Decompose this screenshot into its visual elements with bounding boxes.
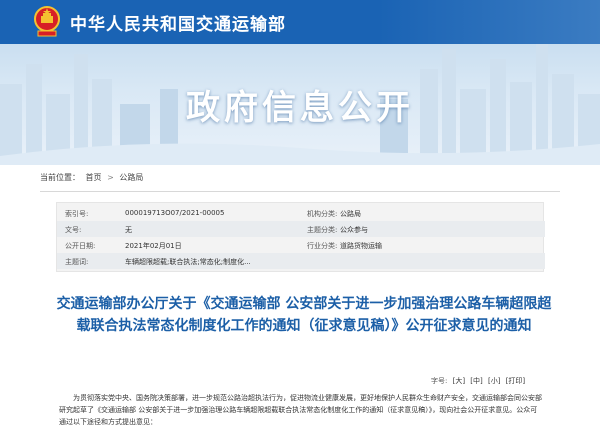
agency-value: 公路局: [340, 210, 361, 218]
publish-date-label: 公开日期:: [65, 242, 96, 250]
site-header: 中华人民共和国交通运输部 政府信息公开: [0, 0, 600, 165]
print-button[interactable]: [打印]: [506, 377, 525, 385]
article-body-paragraph: 为贯彻落实党中央、国务院决策部署，进一步规范公路治超执法行为，促进物流业健康发展…: [59, 394, 542, 426]
article-title: 交通运输部办公厅关于《交通运输部 公安部关于进一步加强治理公路车辆超限超载联合执…: [56, 296, 552, 334]
metadata-row: 索引号: 000019713O07/2021-00005 机构分类: 公路局: [57, 205, 545, 221]
font-medium-button[interactable]: [中]: [470, 377, 482, 385]
index-label: 索引号:: [65, 210, 89, 218]
font-size-tools: 字号: [大] [中] [小] [打印]: [428, 376, 525, 386]
doc-number-value: 无: [125, 226, 132, 234]
breadcrumb-home[interactable]: 首页: [86, 173, 102, 182]
keywords-value: 车辆超限超载;联合执法;常态化;制度化...: [125, 258, 251, 266]
metadata-row: 文号: 无 主题分类: 公众参与: [57, 221, 545, 237]
index-value: 000019713O07/2021-00005: [125, 209, 225, 217]
keywords-label: 主题词:: [65, 258, 89, 266]
font-large-button[interactable]: [大]: [453, 377, 465, 385]
metadata-row: 公开日期: 2021年02月01日 行业分类: 道路货物运输: [57, 237, 545, 253]
breadcrumb-label: 当前位置：: [40, 173, 80, 182]
doc-number-label: 文号:: [65, 226, 82, 234]
topic-value: 公众参与: [340, 226, 368, 234]
metadata-row: 主题词: 车辆超限超载;联合执法;常态化;制度化...: [57, 253, 545, 269]
font-small-button[interactable]: [小]: [488, 377, 500, 385]
industry-label: 行业分类:: [307, 242, 338, 250]
industry-value: 道路货物运输: [340, 242, 382, 250]
topic-label: 主题分类:: [307, 226, 338, 234]
top-bar: 中华人民共和国交通运输部: [0, 0, 600, 44]
national-emblem-icon[interactable]: [33, 5, 61, 37]
banner-title: 政府信息公开: [186, 88, 414, 128]
breadcrumb-highway-bureau[interactable]: 公路局: [119, 173, 143, 182]
metadata-table: 索引号: 000019713O07/2021-00005 机构分类: 公路局 文…: [56, 202, 545, 272]
breadcrumb: 当前位置： 首页 > 公路局: [40, 172, 146, 186]
font-size-label: 字号:: [431, 377, 448, 385]
publish-date-value: 2021年02月01日: [125, 242, 182, 250]
ministry-name[interactable]: 中华人民共和国交通运输部: [70, 10, 286, 35]
divider: [40, 191, 560, 192]
agency-label: 机构分类:: [307, 210, 338, 218]
breadcrumb-separator: >: [107, 173, 114, 182]
